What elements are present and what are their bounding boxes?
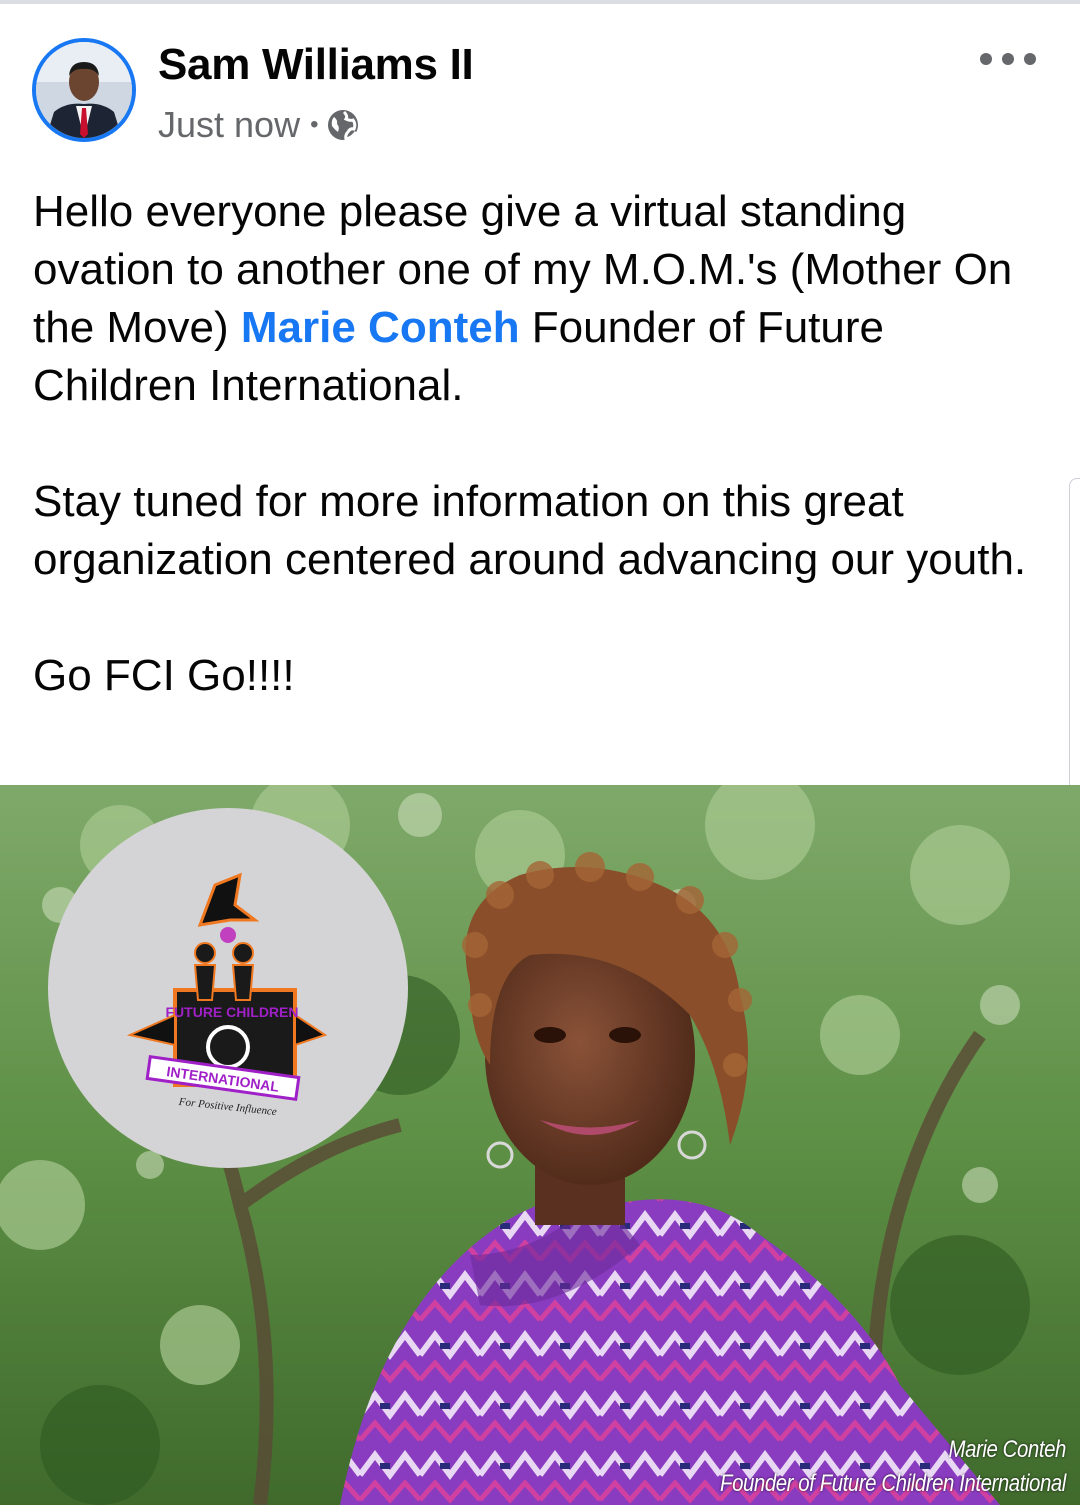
post-text: Hello everyone please give a virtual sta… <box>33 183 1053 763</box>
meta-separator: • <box>310 111 319 138</box>
author-name[interactable]: Sam Williams II <box>158 40 474 90</box>
caption-name: Marie Conteh <box>948 1436 1067 1463</box>
caption-title: Founder of Future Children International <box>720 1470 1066 1497</box>
avatar[interactable] <box>32 38 136 142</box>
top-divider <box>0 0 1080 4</box>
photo-caption: Marie Conteh Founder of Future Children … <box>659 1433 1066 1501</box>
more-options-icon[interactable] <box>980 44 1036 74</box>
globe-icon[interactable] <box>326 108 360 142</box>
svg-text:FUTURE CHILDREN: FUTURE CHILDREN <box>166 1004 299 1020</box>
timestamp[interactable]: Just now <box>158 104 300 146</box>
post-meta: Just now • <box>158 104 360 146</box>
mention-link[interactable]: Marie Conteh <box>241 303 520 352</box>
post-photo[interactable]: INTERNATIONAL FUTURE CHILDREN For Positi… <box>0 785 1080 1505</box>
post-paragraph-1: Hello everyone please give a virtual sta… <box>33 187 1013 410</box>
post-header: Sam Williams II Just now • <box>0 28 1080 148</box>
post-paragraph-3: Go FCI Go!!!! <box>33 651 295 700</box>
post-paragraph-2: Stay tuned for more information on this … <box>33 477 1027 584</box>
